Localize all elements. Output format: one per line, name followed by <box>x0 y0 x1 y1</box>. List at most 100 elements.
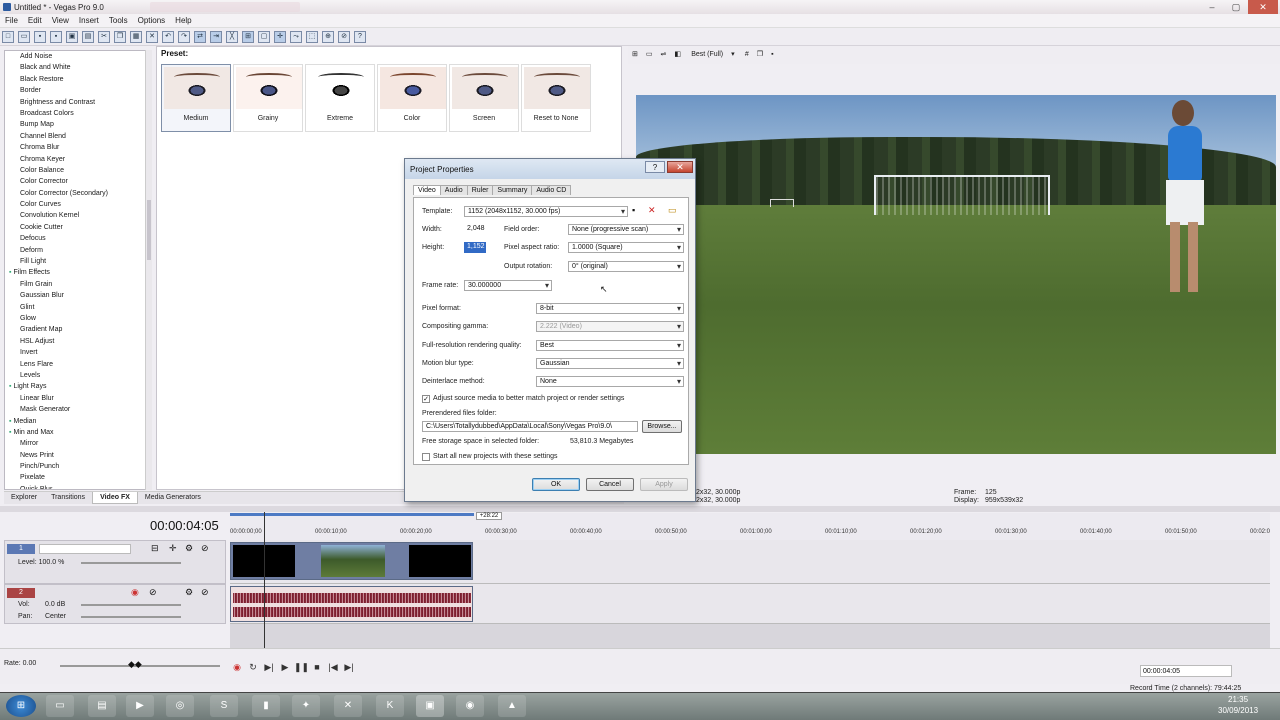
fx-list-item[interactable]: Bump Map <box>5 119 151 130</box>
fx-list-item[interactable]: Black Restore <box>5 74 151 85</box>
libraries-taskbar-icon[interactable]: ▤ <box>88 695 116 717</box>
match-media-icon[interactable]: ▭ <box>668 205 677 216</box>
browse-button[interactable]: Browse... <box>642 420 682 433</box>
go-to-start-icon[interactable]: |◀ <box>326 660 340 674</box>
fx-list-item[interactable]: Add Noise <box>5 51 151 62</box>
track-fx-icon[interactable]: ⚙ <box>185 543 193 554</box>
video-track-header[interactable]: 1 ⊟ ✛ ⚙ ⊘ Level: 100.0 % <box>4 540 226 584</box>
pixel-aspect-dropdown[interactable]: 1.0000 (Square) <box>568 242 684 253</box>
fx-list-item[interactable]: Film Grain <box>5 279 151 290</box>
fx-list-item[interactable]: Mask Generator <box>5 404 151 415</box>
pan-slider[interactable] <box>81 616 181 618</box>
maximize-button[interactable]: ▢ <box>1224 0 1248 14</box>
fx-list-item[interactable]: News Print <box>5 450 151 461</box>
playhead-cursor[interactable] <box>264 512 265 648</box>
width-field[interactable]: 2,048 <box>464 224 496 235</box>
tab-audio-cd[interactable]: Audio CD <box>531 185 572 195</box>
steam-taskbar-icon[interactable]: ◉ <box>456 695 484 717</box>
save-as-icon[interactable]: ▪ <box>50 31 62 43</box>
menu-options[interactable]: Options <box>133 14 171 27</box>
play-icon[interactable]: ▶ <box>278 660 292 674</box>
tab-transitions[interactable]: Transitions <box>44 492 92 503</box>
audition-taskbar-icon[interactable]: ▮ <box>252 695 280 717</box>
loop-icon[interactable]: ↻ <box>246 660 260 674</box>
tab-video-fx[interactable]: Video FX <box>92 492 138 504</box>
audio-clip[interactable] <box>230 586 473 622</box>
zoom-tool-icon[interactable]: ⊕ <box>322 31 334 43</box>
cancel-button[interactable]: Cancel <box>586 478 634 491</box>
fx-list-item[interactable]: Border <box>5 85 151 96</box>
record-icon[interactable]: ◉ <box>230 660 244 674</box>
taskbar-clock[interactable]: 21:35 30/09/2013 <box>1218 694 1258 716</box>
delete-template-icon[interactable]: ✕ <box>648 205 656 216</box>
fx-list-item[interactable]: Channel Blend <box>5 131 151 142</box>
paste-icon[interactable]: ▦ <box>130 31 142 43</box>
field-order-dropdown[interactable]: None (progressive scan) <box>568 224 684 235</box>
track-name-field[interactable] <box>39 544 131 554</box>
fx-folder-item[interactable]: Film Effects <box>5 267 151 278</box>
deinterlace-dropdown[interactable]: None <box>536 376 684 387</box>
fx-list-item[interactable]: Color Corrector <box>5 176 151 187</box>
skype-taskbar-icon[interactable]: S <box>210 695 238 717</box>
fx-list-item[interactable]: Color Balance <box>5 165 151 176</box>
timeline-splitter[interactable] <box>0 506 1280 512</box>
audio-fx-icon[interactable]: ⚙ <box>185 587 193 598</box>
prerender-folder-field[interactable]: C:\Users\Totallydubbed\AppData\Local\Son… <box>422 421 638 432</box>
lock-envelopes-icon[interactable]: ⊞ <box>242 31 254 43</box>
rate-thumb-icon[interactable]: ◆◆ <box>128 659 142 670</box>
delete-icon[interactable]: ✕ <box>146 31 158 43</box>
chevron-down-icon[interactable]: ▾ <box>731 50 735 58</box>
preset-thumbnail[interactable]: Extreme <box>305 64 375 132</box>
fx-list-item[interactable]: Pinch/Punch <box>5 461 151 472</box>
vegas-taskbar-icon[interactable]: ▣ <box>416 695 444 717</box>
close-button[interactable]: ✕ <box>1248 0 1278 14</box>
fx-list-scroll-thumb[interactable] <box>147 200 151 260</box>
app-taskbar-icon[interactable]: ✦ <box>292 695 320 717</box>
level-slider[interactable] <box>81 562 181 564</box>
fx-list-item[interactable]: Chroma Blur <box>5 142 151 153</box>
tab-audio[interactable]: Audio <box>439 185 468 195</box>
k-taskbar-icon[interactable]: K <box>376 695 404 717</box>
fx-list-item[interactable]: Brightness and Contrast <box>5 97 151 108</box>
properties-icon[interactable]: ▤ <box>82 31 94 43</box>
fx-list-scrollbar[interactable] <box>145 50 152 490</box>
fx-list-item[interactable]: HSL Adjust <box>5 336 151 347</box>
fx-list-item[interactable]: Color Curves <box>5 199 151 210</box>
fx-list-item[interactable]: Broadcast Colors <box>5 108 151 119</box>
fx-list-item[interactable]: Invert <box>5 347 151 358</box>
envelope-tool-icon[interactable]: ⤳ <box>290 31 302 43</box>
menu-file[interactable]: File <box>0 14 23 27</box>
menu-insert[interactable]: Insert <box>74 14 104 27</box>
fx-list-item[interactable]: Convolution Kernel <box>5 210 151 221</box>
what-is-this-icon[interactable]: ? <box>354 31 366 43</box>
fx-list-item[interactable]: Gradient Map <box>5 324 151 335</box>
frame-rate-dropdown[interactable]: 30.000000 <box>464 280 552 291</box>
fx-list-item[interactable]: Quick Blur <box>5 484 151 489</box>
fx-list-item[interactable]: Black and White <box>5 62 151 73</box>
preview-quality-dropdown[interactable]: Best (Full) <box>691 51 723 58</box>
split-screen-icon[interactable]: ◧ <box>674 50 681 58</box>
timeline-ruler[interactable]: +28:22 00:00:00;00 00:00:10;00 00:00:20;00… <box>230 512 1270 541</box>
fx-list-item[interactable]: Fill Light <box>5 256 151 267</box>
audio-track-header[interactable]: 2 ◉ ⊘ ⚙ ⊘ Vol: 0.0 dB Pan: Center <box>4 584 226 624</box>
dialog-title-bar[interactable]: Project Properties ? ✕ <box>405 159 695 179</box>
copy-icon[interactable]: ❐ <box>114 31 126 43</box>
save-icon[interactable]: ▪ <box>34 31 46 43</box>
open-icon[interactable]: ▭ <box>18 31 30 43</box>
save-snapshot-icon[interactable]: ▪ <box>771 51 773 58</box>
fx-list-item[interactable]: Cookie Cutter <box>5 222 151 233</box>
help-button[interactable]: ? <box>645 161 665 173</box>
fx-list-item[interactable]: Levels <box>5 370 151 381</box>
video-clip[interactable] <box>230 542 473 580</box>
tab-explorer[interactable]: Explorer <box>4 492 44 503</box>
menu-tools[interactable]: Tools <box>104 14 133 27</box>
new-icon[interactable]: □ <box>2 31 14 43</box>
tab-ruler[interactable]: Ruler <box>466 185 494 195</box>
ignore-grouping-icon[interactable]: ▢ <box>258 31 270 43</box>
audio-mute-icon[interactable]: ⊘ <box>201 587 209 598</box>
fx-list-item[interactable]: Glow <box>5 313 151 324</box>
minimize-button[interactable]: – <box>1200 0 1224 14</box>
explorer-taskbar-icon[interactable]: ▭ <box>46 695 74 717</box>
loop-region-bar[interactable] <box>230 513 474 516</box>
preset-thumbnail[interactable]: Medium <box>161 64 231 132</box>
